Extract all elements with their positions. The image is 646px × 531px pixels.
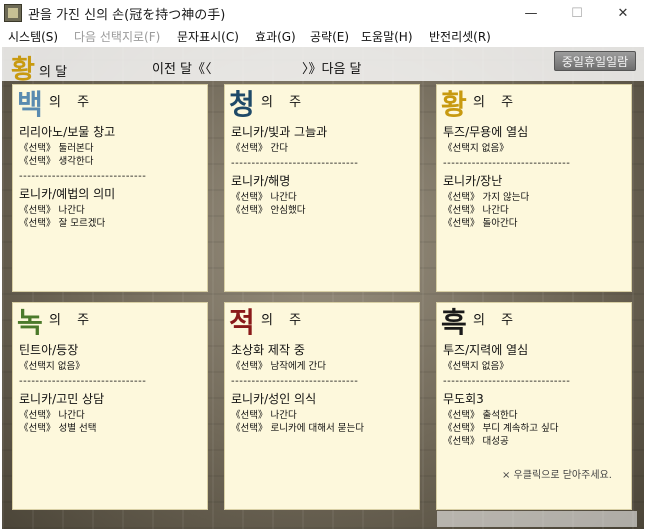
week-suffix: 의 주 <box>261 313 308 328</box>
event-title: 틴트아/등장 <box>19 343 79 357</box>
close-button[interactable]: ✕ <box>600 0 646 26</box>
week-glyph: 적 <box>229 306 255 339</box>
event-title: 무도회3 <box>443 392 484 406</box>
menu-guide[interactable]: 공략(E) <box>310 28 349 45</box>
event-title: 로니카/해명 <box>231 174 291 188</box>
next-month-button[interactable]: 〉》다음 달 <box>302 58 362 77</box>
event-choice: 《선택》 나간다 <box>443 205 509 216</box>
week-suffix: 의 주 <box>261 95 308 110</box>
card-header: 황 의 주 <box>437 85 631 121</box>
event-choice: 《선택》 나간다 <box>231 192 297 203</box>
event-choice: 《선택》 돌아간다 <box>443 218 518 229</box>
event-choice: 《선택》 나간다 <box>231 410 297 421</box>
event-title: 로니카/성인 의식 <box>231 392 317 406</box>
maximize-button[interactable]: ☐ <box>554 0 600 26</box>
event-choice: 《선택》 잘 모르겠다 <box>19 218 106 229</box>
event-title: 로니카/고민 상담 <box>19 392 105 406</box>
week-suffix: 의 주 <box>49 313 96 328</box>
game-area: 황 의 달 이전 달《〈 〉》다음 달 중일휴일일람 백 의 주 리리아노/보물… <box>2 47 644 529</box>
week-glyph: 녹 <box>17 306 43 339</box>
card-header: 적 의 주 <box>225 303 419 339</box>
week-glyph: 흑 <box>441 306 467 339</box>
menu-help[interactable]: 도움말(H) <box>361 28 413 45</box>
event-choice: 《선택》 남작에게 간다 <box>231 361 326 372</box>
event-choice: 《선택》 안심했다 <box>231 205 306 216</box>
holiday-list-button[interactable]: 중일휴일일람 <box>554 51 636 71</box>
event-choice: 《선택지 없음》 <box>443 143 509 154</box>
separator: ------------------------------- <box>231 376 359 387</box>
event-title: 투즈/무용에 열심 <box>443 125 529 139</box>
event-choice: 《선택지 없음》 <box>443 361 509 372</box>
separator: ------------------------------- <box>231 158 359 169</box>
week-card-white: 백 의 주 리리아노/보물 창고 《선택》 둘러본다 《선택》 생각한다 ---… <box>12 84 208 292</box>
event-choice: 《선택》 나간다 <box>19 205 85 216</box>
week-card-red: 적 의 주 초상화 제작 중 《선택》 남작에게 간다 ------------… <box>224 302 420 510</box>
week-suffix: 의 주 <box>473 95 520 110</box>
event-choice: 《선택지 없음》 <box>19 361 85 372</box>
card-header: 흑 의 주 <box>437 303 631 339</box>
event-choice: 《선택》 나간다 <box>19 410 85 421</box>
event-title: 투즈/지력에 열심 <box>443 343 529 357</box>
menu-reverse-reset[interactable]: 반전리셋(R) <box>429 28 491 45</box>
event-choice: 《선택》 생각한다 <box>19 156 94 167</box>
minimize-button[interactable]: — <box>508 0 554 26</box>
event-title: 리리아노/보물 창고 <box>19 125 116 139</box>
event-choice: 《선택》 성별 선택 <box>19 423 97 434</box>
event-choice: 《선택》 대성공 <box>443 436 509 447</box>
separator: ------------------------------- <box>443 158 571 169</box>
menu-system[interactable]: 시스템(S) <box>8 28 58 45</box>
footer-strip <box>437 511 637 527</box>
event-choice: 《선택》 부디 계속하고 싶다 <box>443 423 559 434</box>
card-header: 청 의 주 <box>225 85 419 121</box>
close-hint: × 우클릭으로 닫아주세요. <box>502 470 612 481</box>
menu-bar: 시스템(S) 다음 선택지로(F) 문자표시(C) 효과(G) 공략(E) 도움… <box>0 26 646 46</box>
month-suffix: 의 달 <box>39 65 68 80</box>
app-icon <box>4 4 22 22</box>
event-choice: 《선택》 로니카에 대해서 묻는다 <box>231 423 364 434</box>
week-card-blue: 청 의 주 로니카/빛과 그늘과 《선택》 간다 ---------------… <box>224 84 420 292</box>
menu-next-choice[interactable]: 다음 선택지로(F) <box>74 28 160 45</box>
week-glyph: 청 <box>229 88 255 121</box>
separator: ------------------------------- <box>19 376 147 387</box>
event-title: 로니카/빛과 그늘과 <box>231 125 328 139</box>
card-header: 백 의 주 <box>13 85 207 121</box>
separator: ------------------------------- <box>443 376 571 387</box>
menu-effects[interactable]: 효과(G) <box>255 28 296 45</box>
prev-month-button[interactable]: 이전 달《〈 <box>152 58 212 77</box>
window-title: 관을 가진 신의 손(冠を持つ神の手) <box>28 8 226 23</box>
week-suffix: 의 주 <box>473 313 520 328</box>
event-title: 초상화 제작 중 <box>231 343 305 357</box>
event-choice: 《선택》 가지 않는다 <box>443 192 530 203</box>
event-title: 로니카/장난 <box>443 174 503 188</box>
card-header: 녹 의 주 <box>13 303 207 339</box>
event-choice: 《선택》 출석한다 <box>443 410 518 421</box>
event-choice: 《선택》 간다 <box>231 143 288 154</box>
week-glyph: 백 <box>17 88 43 121</box>
month-glyph: 황 <box>11 55 35 85</box>
week-glyph: 황 <box>441 88 467 121</box>
week-card-yellow: 황 의 주 투즈/무용에 열심 《선택지 없음》 ---------------… <box>436 84 632 292</box>
event-choice: 《선택》 둘러본다 <box>19 143 94 154</box>
title-bar: 관을 가진 신의 손(冠を持つ神の手) — ☐ ✕ <box>0 0 646 26</box>
separator: ------------------------------- <box>19 171 147 182</box>
event-title: 로니카/예법의 의미 <box>19 187 116 201</box>
week-card-green: 녹 의 주 틴트아/등장 《선택지 없음》 ------------------… <box>12 302 208 510</box>
menu-text-display[interactable]: 문자표시(C) <box>177 28 239 45</box>
week-suffix: 의 주 <box>49 95 96 110</box>
